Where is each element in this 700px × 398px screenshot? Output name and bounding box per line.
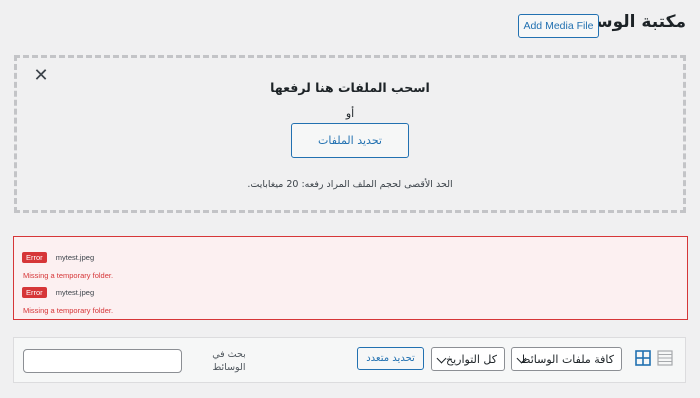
select-files-button[interactable]: تحديد الملفات (291, 123, 409, 158)
date-filter-select[interactable]: كل التواريخ (431, 347, 505, 371)
list-view-icon[interactable] (657, 350, 673, 366)
error-message: Missing a temporary folder. (23, 306, 114, 315)
date-filter-value: كل التواريخ (445, 352, 497, 366)
upload-drop-zone[interactable]: ✕ اسحب الملفات هنا لرفعها أو تحديد الملف… (14, 55, 686, 213)
chevron-down-icon (436, 353, 447, 364)
drop-zone-title: اسحب الملفات هنا لرفعها (270, 80, 430, 95)
media-toolbar: بحث في الوسائط تحديد متعدد كل التواريخ ك… (13, 337, 686, 383)
upload-error-item: Error mytest.jpeg Missing a temporary fo… (22, 282, 113, 315)
upload-errors: Error mytest.jpeg Missing a temporary fo… (13, 236, 688, 320)
search-label: بحث في الوسائط (212, 349, 246, 373)
error-badge: Error (22, 252, 47, 263)
media-search-input[interactable] (23, 349, 182, 373)
bulk-select-button[interactable]: تحديد متعدد (357, 347, 424, 370)
or-text: أو (345, 107, 355, 120)
error-filename: mytest.jpeg (55, 253, 95, 262)
error-filename: mytest.jpeg (55, 288, 95, 297)
media-type-filter-value: كافة ملفات الوسائط (520, 352, 614, 366)
error-badge: Error (22, 287, 47, 298)
error-message: Missing a temporary folder. (23, 271, 114, 280)
max-upload-size-text: الحد الأقصى لحجم الملف المراد رفعه: 20 م… (247, 179, 453, 190)
add-media-file-button[interactable]: Add Media File (518, 14, 599, 38)
upload-error-item: Error mytest.jpeg Missing a temporary fo… (22, 247, 113, 280)
media-type-filter-select[interactable]: كافة ملفات الوسائط (511, 347, 622, 371)
grid-view-icon[interactable] (635, 350, 651, 366)
